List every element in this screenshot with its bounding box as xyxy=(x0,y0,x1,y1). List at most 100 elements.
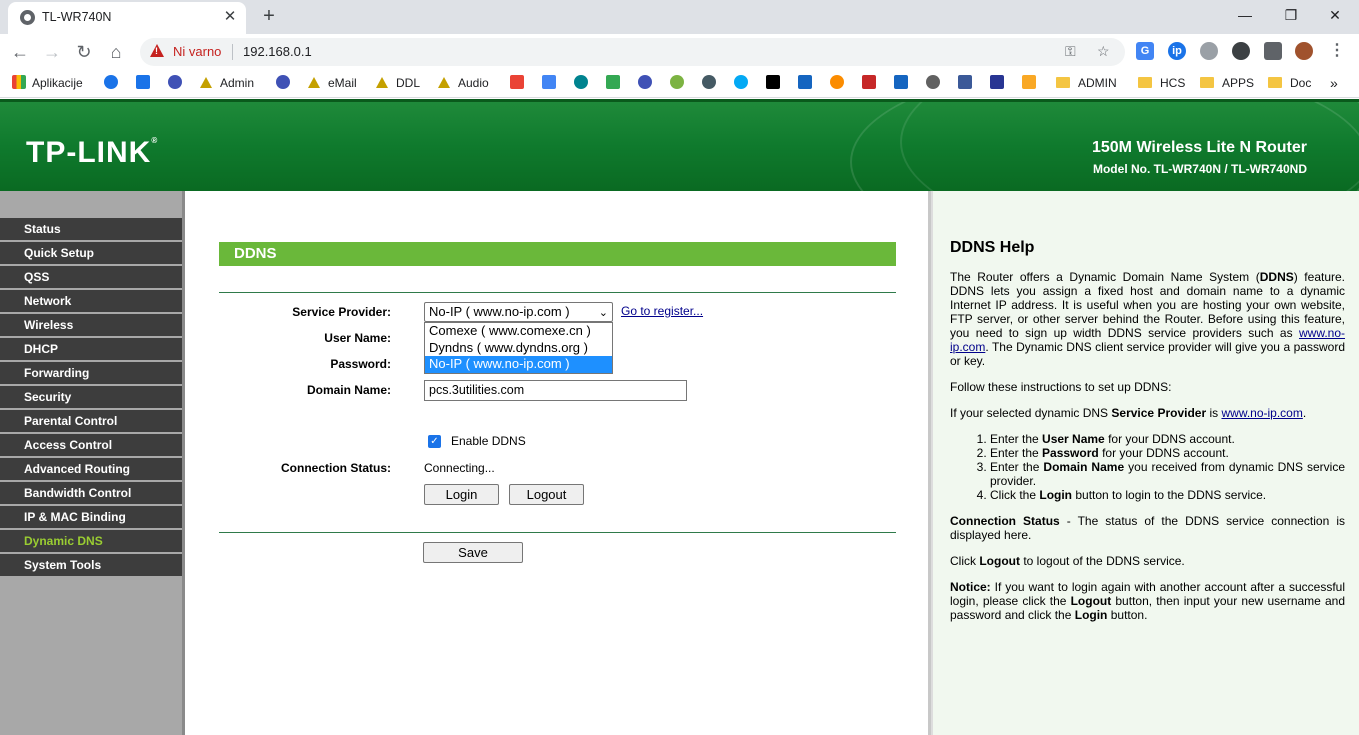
help-text: The Router offers a Dynamic Domain Name … xyxy=(950,270,1260,284)
logout-button[interactable]: Logout xyxy=(509,484,584,505)
sidebar-item-wireless[interactable]: Wireless xyxy=(0,314,182,338)
sidebar-item-system-tools[interactable]: System Tools xyxy=(0,554,182,578)
back-icon[interactable]: ← xyxy=(8,40,32,64)
not-secure-label[interactable]: Ni varno xyxy=(173,44,221,59)
globe-icon xyxy=(20,10,35,25)
forward-icon[interactable]: → xyxy=(40,40,64,64)
omnibox[interactable]: Ni varno 192.168.0.1 ⚿ ☆ xyxy=(140,38,1125,66)
warning-icon[interactable] xyxy=(150,44,164,57)
bookmark-gmail[interactable] xyxy=(510,74,530,92)
reload-icon[interactable]: ↻ xyxy=(72,40,96,64)
bookmark-audio[interactable]: Audio xyxy=(438,74,489,92)
help-paragraph-follow: Follow these instructions to set up DDNS… xyxy=(950,380,1172,394)
help-paragraph-provider: If your selected dynamic DNS Service Pro… xyxy=(950,406,1345,420)
bookmark-network-3[interactable] xyxy=(638,74,658,92)
help-text-bold: DDNS xyxy=(1259,270,1294,284)
sidebar-item-forwarding[interactable]: Forwarding xyxy=(0,362,182,386)
bookmark-wifi[interactable] xyxy=(798,74,818,92)
ip-extension-icon[interactable]: ip xyxy=(1168,42,1186,60)
bookmark-circle[interactable] xyxy=(734,74,754,92)
help-text: . xyxy=(1302,406,1307,420)
enable-ddns-checkbox[interactable]: ✓ xyxy=(428,435,441,448)
sidebar-item-ip-mac-binding[interactable]: IP & MAC Binding xyxy=(0,506,182,530)
sidebar-item-network[interactable]: Network xyxy=(0,290,182,314)
sidebar-item-advanced-routing[interactable]: Advanced Routing xyxy=(0,458,182,482)
help-paragraph-status: Connection Status - The status of the DD… xyxy=(950,514,1345,542)
translate-icon[interactable]: G xyxy=(1136,42,1154,60)
bookmark-gauge[interactable] xyxy=(926,74,946,92)
sidebar-item-dhcp[interactable]: DHCP xyxy=(0,338,182,362)
sidebar-item-bandwidth-control[interactable]: Bandwidth Control xyxy=(0,482,182,506)
puzzle-icon[interactable] xyxy=(1264,42,1282,60)
facebook-icon xyxy=(958,75,972,89)
bookmark-sigma[interactable] xyxy=(990,74,1010,92)
option-comexe[interactable]: Comexe ( www.comexe.cn ) xyxy=(425,323,612,340)
menu-dots-icon[interactable]: ⋮ xyxy=(1328,42,1346,60)
domain-name-input[interactable]: pcs.3utilities.com xyxy=(424,380,687,401)
minimize-button[interactable]: — xyxy=(1230,4,1260,26)
option-dyndns[interactable]: Dyndns ( www.dyndns.org ) xyxy=(425,340,612,357)
bookmark-email[interactable]: eMail xyxy=(308,74,357,92)
bookmark-facebook[interactable] xyxy=(958,74,978,92)
bookmark-sync[interactable] xyxy=(670,74,690,92)
bookmark-admin[interactable]: Admin xyxy=(200,74,254,92)
tab-title: TL-WR740N xyxy=(42,10,112,24)
sidebar-item-quick-setup[interactable]: Quick Setup xyxy=(0,242,182,266)
new-tab-button[interactable]: + xyxy=(257,4,281,28)
bookmark-speed[interactable] xyxy=(830,74,850,92)
shield-extension-icon[interactable] xyxy=(1232,42,1250,60)
bookmark-translate[interactable] xyxy=(542,74,562,92)
circle-icon xyxy=(734,75,748,89)
bookmark-camera[interactable] xyxy=(574,74,594,92)
bookmark-apps[interactable]: Aplikacije xyxy=(12,74,83,92)
sidebar: Status Quick Setup QSS Network Wireless … xyxy=(0,191,185,735)
bookmark-folder-admin[interactable]: ADMIN xyxy=(1056,74,1117,92)
sidebar-item-qss[interactable]: QSS xyxy=(0,266,182,290)
sidebar-item-status[interactable]: Status xyxy=(0,218,182,242)
logo-text: TP-LINK xyxy=(26,136,152,169)
login-button[interactable]: Login xyxy=(424,484,499,505)
bookmark-ddl[interactable]: DDL xyxy=(376,74,420,92)
sidebar-item-dynamic-dns[interactable]: Dynamic DNS xyxy=(0,530,182,554)
bookmark-ip-2[interactable] xyxy=(894,74,914,92)
bookmark-label: HCS xyxy=(1160,76,1186,90)
bookmark-chart[interactable] xyxy=(1022,74,1042,92)
home-icon[interactable]: ⌂ xyxy=(104,40,128,64)
main-content: DDNS Service Provider: No-IP ( www.no-ip… xyxy=(185,191,931,735)
puzzle-icon xyxy=(136,75,150,89)
bookmark-puzzle[interactable] xyxy=(136,74,156,92)
sidebar-item-security[interactable]: Security xyxy=(0,386,182,410)
globe-extension-icon[interactable] xyxy=(1200,42,1218,60)
tab-close-icon[interactable]: ✕ xyxy=(220,7,240,27)
service-provider-select[interactable]: No-IP ( www.no-ip.com ) ⌄ xyxy=(424,302,613,322)
save-button[interactable]: Save xyxy=(423,542,523,563)
network-icon xyxy=(168,75,182,89)
bookmark-network-2[interactable] xyxy=(276,74,296,92)
url-text[interactable]: 192.168.0.1 xyxy=(243,44,312,59)
bookmark-w[interactable] xyxy=(702,74,722,92)
bookmark-drive[interactable] xyxy=(606,74,626,92)
close-window-button[interactable]: ✕ xyxy=(1320,4,1350,26)
key-icon[interactable]: ⚿ xyxy=(1065,43,1076,60)
help-text: If your selected dynamic DNS xyxy=(950,406,1112,420)
noip-link[interactable]: www.no-ip.com xyxy=(1221,406,1302,420)
bookmark-news[interactable] xyxy=(862,74,882,92)
restore-button[interactable]: ❐ xyxy=(1276,4,1306,26)
more-bookmarks-icon[interactable]: » xyxy=(1330,74,1338,92)
avatar[interactable] xyxy=(1295,42,1313,60)
bookmark-ip[interactable] xyxy=(766,74,786,92)
bookmark-network[interactable] xyxy=(168,74,188,92)
option-noip[interactable]: No-IP ( www.no-ip.com ) xyxy=(425,356,612,373)
bookmark-gear[interactable] xyxy=(104,74,124,92)
bookmark-folder-hcs[interactable]: HCS xyxy=(1138,74,1185,92)
sidebar-item-parental-control[interactable]: Parental Control xyxy=(0,410,182,434)
go-to-register-link[interactable]: Go to register... xyxy=(621,304,703,318)
bookmark-folder-doc[interactable]: Doc xyxy=(1268,74,1311,92)
help-title: DDNS Help xyxy=(950,239,1035,256)
bookmark-label: Audio xyxy=(458,76,489,90)
star-icon[interactable]: ☆ xyxy=(1097,43,1110,60)
bookmark-folder-apps[interactable]: APPS xyxy=(1200,74,1254,92)
gear-icon xyxy=(104,75,118,89)
tab-active[interactable]: TL-WR740N ✕ xyxy=(8,2,246,34)
sidebar-item-access-control[interactable]: Access Control xyxy=(0,434,182,458)
